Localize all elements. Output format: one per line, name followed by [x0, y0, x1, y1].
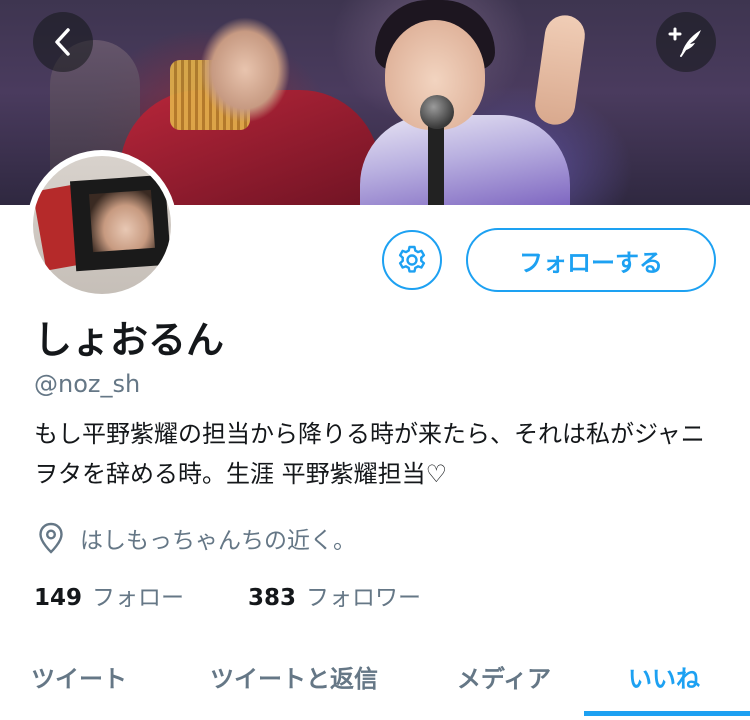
avatar-image — [33, 156, 171, 294]
banner-microphone-handle — [428, 125, 444, 205]
location-pin-icon — [34, 521, 68, 555]
gear-icon — [398, 245, 426, 273]
compose-feather-icon — [668, 27, 701, 57]
tab-tweets-and-replies[interactable]: ツイートと返信 — [158, 640, 430, 712]
banner-raised-hand — [532, 12, 588, 128]
user-handle: @noz_sh — [34, 370, 141, 398]
compose-tweet-button[interactable] — [656, 12, 716, 72]
avatar-book-photo — [89, 189, 155, 253]
tab-tweets[interactable]: ツイート — [0, 640, 158, 712]
profile-bio: もし平野紫耀の担当から降りる時が来たら、それは私がジャニヲタを辞める時。生涯 平… — [34, 420, 705, 488]
banner-microphone — [420, 95, 454, 129]
location-text: はしもっちゃんちの近く。 — [80, 528, 356, 554]
back-button[interactable] — [33, 12, 93, 72]
profile-tabs: ツイート ツイートと返信 メディア いいね — [0, 640, 750, 720]
chevron-left-icon — [55, 28, 70, 56]
following-stat[interactable]: 149 フォロー — [34, 578, 184, 612]
profile-location: はしもっちゃんちの近く。 — [34, 520, 356, 556]
following-count: 149 — [34, 585, 83, 611]
following-label: フォロー — [92, 585, 185, 611]
follow-button[interactable]: フォローする — [466, 228, 716, 292]
followers-label: フォロワー — [306, 585, 422, 611]
banner-figure-right-costume — [360, 115, 570, 205]
display-name: しょおるん — [34, 318, 225, 362]
profile-stats: 149 フォロー 383 フォロワー — [34, 578, 421, 612]
profile-settings-button[interactable] — [382, 230, 442, 290]
tab-media[interactable]: メディア — [430, 640, 578, 712]
followers-count: 383 — [248, 585, 297, 611]
tab-likes[interactable]: いいね — [578, 640, 750, 716]
avatar[interactable] — [27, 150, 177, 300]
banner-figure-left-face — [150, 10, 340, 205]
followers-stat[interactable]: 383 フォロワー — [248, 578, 421, 612]
